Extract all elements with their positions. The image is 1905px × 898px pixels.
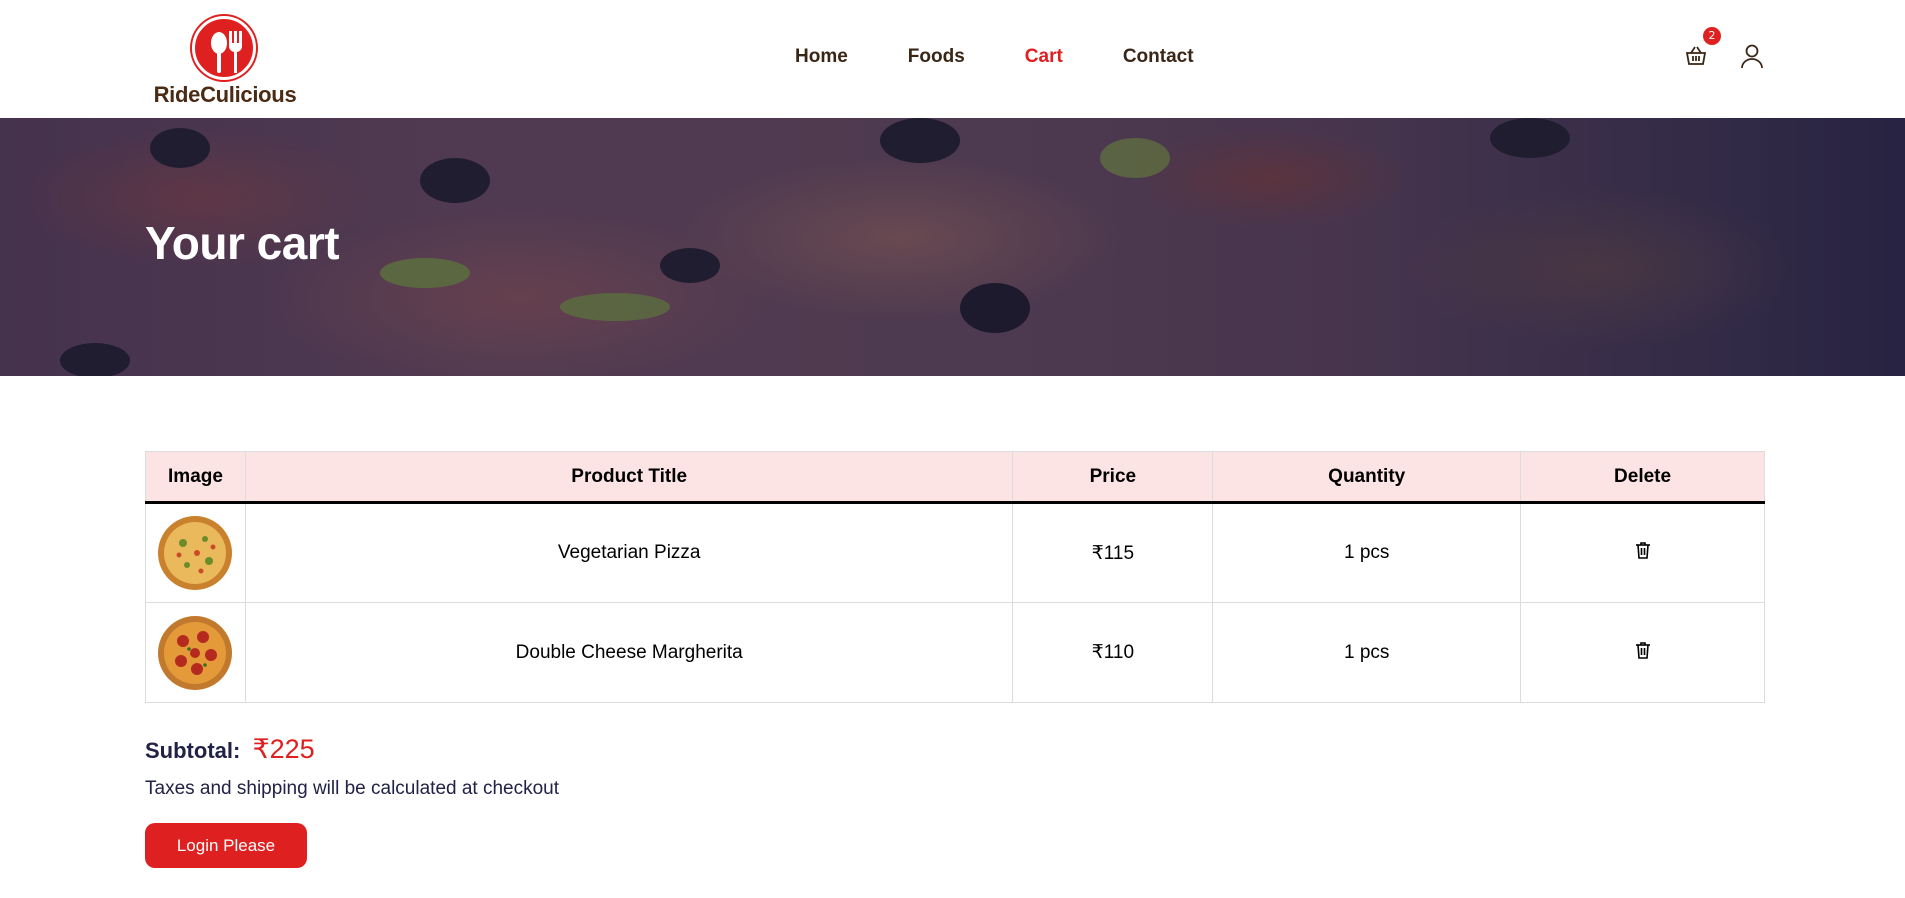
trash-icon[interactable] (1634, 540, 1652, 560)
main-nav: Home Foods Cart Contact (795, 46, 1254, 68)
column-header-image: Image (145, 451, 246, 504)
page-banner: Your cart (0, 118, 1905, 376)
user-icon[interactable] (1740, 43, 1764, 69)
product-price: ₹110 (1012, 602, 1214, 703)
product-image-cell (145, 502, 246, 603)
product-quantity: 1 pcs (1212, 502, 1522, 603)
cart-count-badge: 2 (1703, 27, 1721, 45)
product-price: ₹115 (1012, 502, 1214, 603)
table-row: Double Cheese Margherita ₹110 1 pcs (145, 602, 1765, 703)
shopping-basket-icon[interactable] (1684, 44, 1708, 68)
nav-cart[interactable]: Cart (1025, 46, 1063, 68)
column-header-title: Product Title (244, 451, 1014, 504)
column-header-price: Price (1012, 451, 1214, 504)
pepperoni-pizza-thumbnail (158, 615, 233, 690)
subtotal-amount: ₹225 (252, 734, 315, 764)
cart-table: Image Product Title Price Quantity Delet… (145, 451, 1765, 703)
product-image-cell (145, 602, 246, 703)
checkout-note: Taxes and shipping will be calculated at… (145, 778, 560, 799)
delete-cell (1520, 602, 1765, 703)
table-row: Vegetarian Pizza ₹115 1 pcs (145, 502, 1765, 603)
product-title: Vegetarian Pizza (244, 502, 1014, 603)
subtotal: Subtotal: ₹225 (145, 734, 315, 765)
nav-home[interactable]: Home (795, 46, 848, 68)
nav-foods[interactable]: Foods (908, 46, 965, 68)
column-header-quantity: Quantity (1212, 451, 1522, 504)
subtotal-label: Subtotal: (145, 738, 241, 763)
table-header-row: Image Product Title Price Quantity Delet… (145, 451, 1765, 504)
vegetarian-pizza-thumbnail (158, 516, 233, 590)
page-title: Your cart (145, 217, 340, 269)
product-title: Double Cheese Margherita (244, 602, 1014, 703)
product-quantity: 1 pcs (1212, 602, 1522, 703)
login-button[interactable]: Login Please (145, 823, 307, 868)
nav-contact[interactable]: Contact (1123, 46, 1194, 68)
brand-name: RideCulicious (153, 82, 297, 107)
column-header-delete: Delete (1520, 451, 1765, 504)
trash-icon[interactable] (1634, 640, 1652, 660)
logo-emblem (192, 16, 256, 80)
brand-logo[interactable]: RideCulicious (150, 16, 300, 110)
delete-cell (1520, 502, 1765, 603)
site-header: RideCulicious Home Foods Cart Contact 2 (0, 0, 1905, 118)
